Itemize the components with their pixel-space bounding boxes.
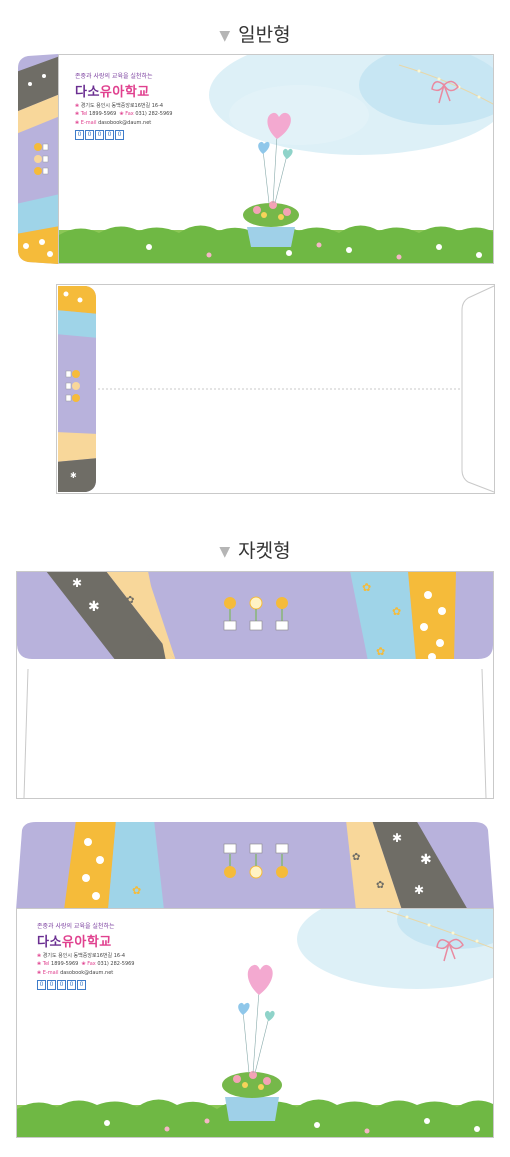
svg-text:✿: ✿ <box>146 633 154 644</box>
tel-fax-line: ❀ Tel 1899-5969 ❀ Fax 031) 282-5969 <box>37 961 135 967</box>
school-name: 다소유아학교 <box>75 85 150 100</box>
svg-text:✿: ✿ <box>392 605 401 618</box>
envelope-body: 존중과 사랑의 교육을 실천하는 다소유아학교 ❀ 경기도 용인시 동백중앙로1… <box>16 908 494 1138</box>
section-title-general: ▼ 일반형 <box>219 24 291 46</box>
email-line: ❀ E-mail dasobook@daum.net <box>75 120 152 126</box>
envelope-body: 존중과 사랑의 교육을 실천하는 다소유아학교 ❀ 경기도 용인시 동백중앙로1… <box>58 54 494 264</box>
school-name: 다소유아학교 <box>37 935 112 950</box>
svg-text:✱: ✱ <box>392 831 402 845</box>
triangle-down-icon: ▼ <box>219 28 231 44</box>
svg-text:✿: ✿ <box>376 645 385 658</box>
tel-fax-line: ❀ Tel 1899-5969 ❀ Fax 031) 282-5969 <box>75 111 173 117</box>
tagline: 존중과 사랑의 교육을 실천하는 <box>75 73 153 80</box>
section-title-jacket: ▼ 자켓형 <box>219 540 291 562</box>
side-flap-pattern <box>18 54 58 264</box>
svg-text:✿: ✿ <box>376 880 384 891</box>
svg-text:✿: ✿ <box>132 884 141 897</box>
jacket-back-art: ✱ ✱ ✿ ✿ ✿ ✿ ✿ <box>16 571 494 799</box>
envelope-back-outline: ✱ <box>56 284 495 494</box>
svg-text:✱: ✱ <box>70 471 77 480</box>
address-line: ❀ 경기도 용인시 동백중앙로16번길 16-4 <box>75 103 164 109</box>
triangle-down-icon: ▼ <box>219 544 231 560</box>
zip-code-boxes: 00000 <box>75 130 124 140</box>
svg-text:✿: ✿ <box>126 595 134 606</box>
svg-text:✱: ✱ <box>414 883 424 897</box>
general-envelope-back: ✱ <box>56 284 496 494</box>
svg-text:✱: ✱ <box>88 599 100 615</box>
tagline: 존중과 사랑의 교육을 실천하는 <box>37 923 115 930</box>
svg-text:✿: ✿ <box>362 581 371 594</box>
svg-text:✱: ✱ <box>420 852 432 868</box>
zip-code-boxes: 00000 <box>37 980 86 990</box>
address-line: ❀ 경기도 용인시 동백중앙로16번길 16-4 <box>37 953 126 959</box>
jacket-envelope-back: ✱ ✱ ✿ ✿ ✿ ✿ ✿ <box>16 571 494 799</box>
jacket-envelope-front: ✿ ✿ ✿ ✱ ✱ ✱ 존중과 사랑의 교육을 실천하는 다소유아학교 ❀ 경기… <box>16 820 494 1138</box>
jacket-front-flap-art: ✿ ✿ ✿ ✱ ✱ ✱ <box>16 822 494 910</box>
general-envelope-front: 존중과 사랑의 교육을 실천하는 다소유아학교 ❀ 경기도 용인시 동백중앙로1… <box>16 54 494 264</box>
svg-text:✿: ✿ <box>352 852 360 863</box>
email-line: ❀ E-mail dasobook@daum.net <box>37 970 114 976</box>
svg-text:✱: ✱ <box>72 576 82 590</box>
